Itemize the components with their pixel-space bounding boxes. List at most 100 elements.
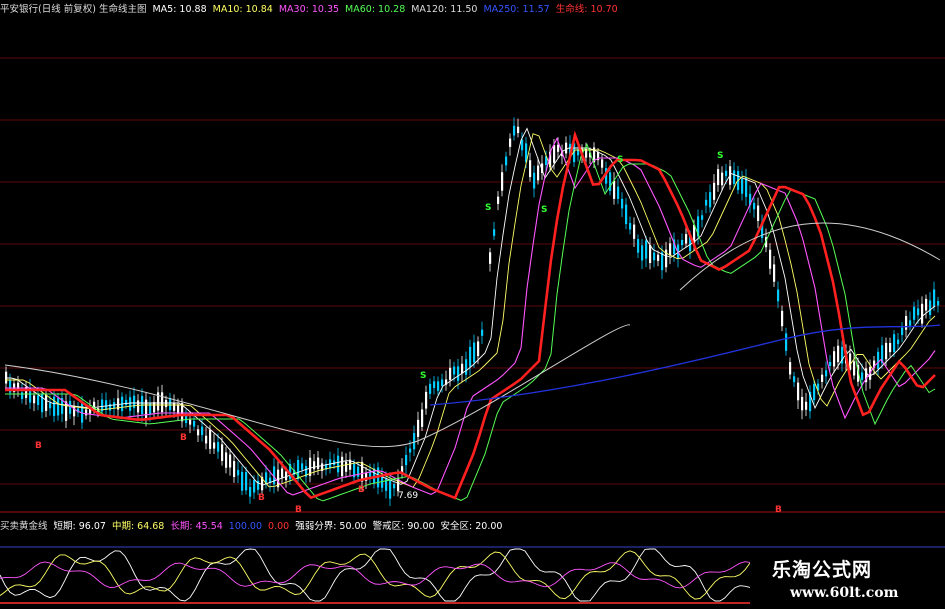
candle-body [757,205,760,221]
candle-body [489,252,492,264]
candle-body [921,303,924,324]
candle-body [709,192,712,208]
sub-legend-item: 强弱分界: 50.00 [295,521,367,532]
low-price-label: 7.69 [398,491,419,501]
candle-body [813,383,816,401]
main-chart-indicator-legend: 平安银行(日线 前复权) 生命线主图 MA5: 10.88 MA10: 10.84 M… [0,2,624,18]
candle-body [209,429,212,449]
candle-body [357,466,360,477]
candle-body [705,199,708,206]
mid-term-line [0,550,751,600]
candle-body [473,342,476,363]
candle-body [509,138,512,147]
candle-body [465,359,468,375]
sell-signal-mark: B [358,485,365,495]
candle-body [513,125,516,136]
candle-body [53,396,56,416]
candle-body [197,429,200,436]
candle-body [685,234,688,244]
buy-signal-mark: S [541,205,547,215]
candle-body [781,310,784,327]
candle-body [901,327,904,336]
candle-body [125,399,128,406]
candle-body [837,345,840,363]
candle-body [613,180,616,199]
candle-body [785,333,788,351]
candle-body [701,215,704,220]
candle-body [461,363,464,374]
candle-body [625,204,628,225]
candle-body [773,264,776,282]
candle-body [889,342,892,353]
candle-body [477,341,480,357]
candle-body [905,316,908,330]
candle-body [345,461,348,472]
main-legend-item: MA5: 10.88 [152,4,207,15]
candle-body [497,196,500,204]
candle-body [797,382,800,401]
sub-legend-item: 安全区: 20.00 [440,521,503,532]
candle-body [517,126,520,134]
long-term-line [0,561,751,589]
candle-body [657,254,660,261]
buy-signal-mark: S [717,151,723,161]
candle-body [237,469,240,476]
candle-body [57,398,60,416]
ma120-line [4,324,631,448]
candle-body [885,342,888,360]
candle-body [449,367,452,380]
candle-body [681,239,684,246]
candle-body [249,487,252,497]
candle-body [389,479,392,499]
watermark-title: 乐淘公式网 [772,559,873,581]
sell-signal-mark: B [258,493,265,503]
candle-body [725,170,728,177]
candle-body [245,472,248,491]
candle-body [25,386,28,399]
candle-body [565,142,568,154]
candle-body [437,381,440,391]
kline-chart-window: S S S S S B B B B B B 平安银行(日线 前复权) 生命线主图 MA5: 10.88… [0,0,945,609]
candle-body [421,409,424,427]
candle-body [853,361,856,376]
lifeline [5,130,936,500]
candle-body [897,339,900,345]
candle-body [601,159,604,168]
sell-signal-mark: B [295,505,302,515]
candle-body [229,454,232,468]
candle-body [205,435,208,444]
candle-body [457,366,460,381]
candle-body [557,144,560,152]
candle-body [173,403,176,411]
candle-body [933,289,936,307]
main-legend-item: MA30: 10.35 [278,4,340,15]
candle-body [529,160,532,178]
candle-body [501,172,504,191]
candle-body [929,300,932,316]
candle-body [825,370,828,377]
candle-body [165,399,168,408]
candle-body [821,374,824,382]
candle-body [453,366,456,375]
candle-body [21,392,24,400]
main-legend-item: MA60: 10.28 [345,4,406,15]
sub-legend-item: 买卖黄金线 [0,521,48,532]
candle-body [161,392,164,413]
price-chart[interactable]: S S S S S B B B B B B [0,0,945,609]
candle-body [137,400,140,413]
candle-body [621,198,624,209]
candle-body [393,484,396,489]
candle-body [129,397,132,411]
candle-body [909,320,912,326]
candle-body [153,402,156,413]
candle-body [925,298,928,311]
candle-body [829,361,832,366]
sell-signal-mark: B [35,441,42,451]
candle-body [213,442,216,449]
candle-body [801,396,804,411]
ma60-line [5,143,936,502]
candle-body [45,394,48,411]
candle-body [777,289,780,302]
candle-body [745,177,748,197]
candle-body [805,401,808,410]
